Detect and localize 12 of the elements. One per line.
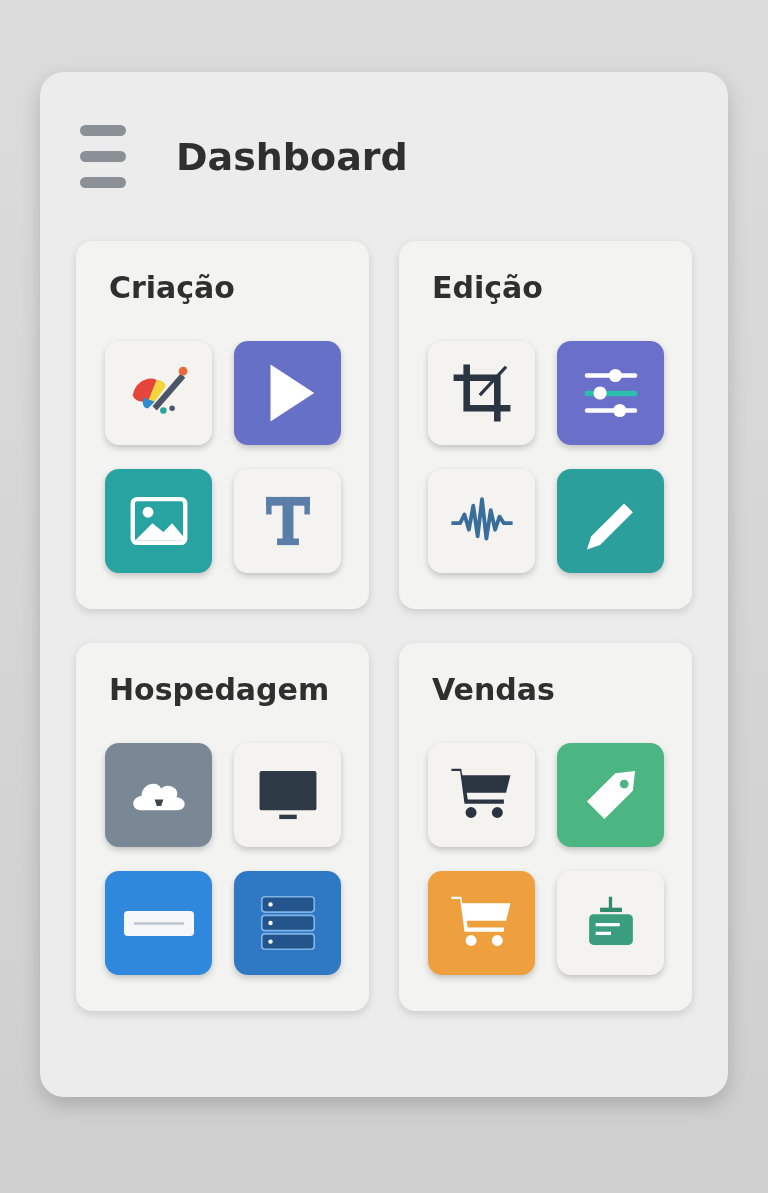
category-title: Hospedagem: [108, 671, 331, 709]
app-button[interactable]: [428, 469, 535, 573]
page-title: Dashboard: [176, 134, 408, 179]
drive-icon: [123, 910, 194, 936]
app-button[interactable]: [234, 743, 341, 847]
category-title: Vendas: [431, 671, 556, 709]
app-button[interactable]: [428, 341, 535, 445]
category-title: Edição: [431, 269, 544, 307]
category-title: Criação: [108, 269, 236, 307]
app-button[interactable]: [105, 341, 212, 445]
app-button[interactable]: [428, 743, 535, 847]
menu-icon[interactable]: [80, 124, 126, 189]
